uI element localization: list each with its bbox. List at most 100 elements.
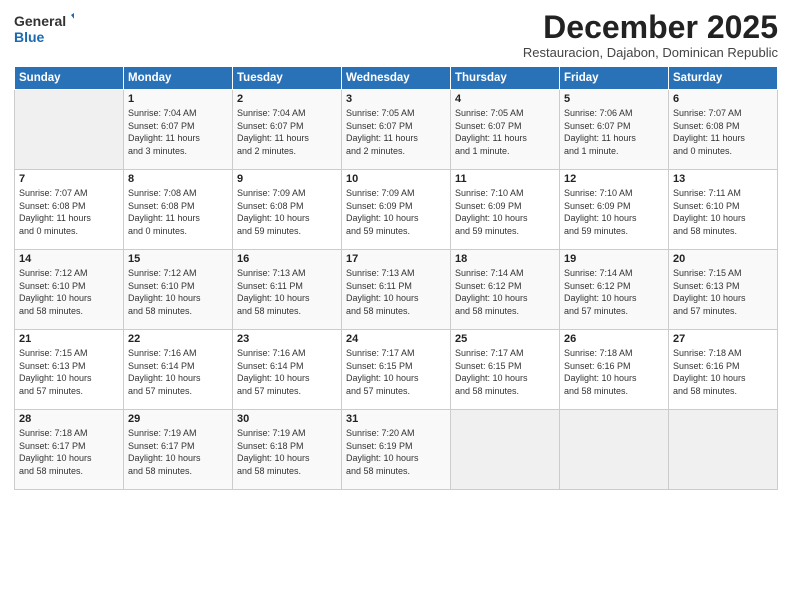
calendar-cell: 29 Sunrise: 7:19 AM Sunset: 6:17 PM Dayli… xyxy=(124,410,233,490)
day-number: 9 xyxy=(237,173,337,185)
calendar-cell: 21 Sunrise: 7:15 AM Sunset: 6:13 PM Dayli… xyxy=(15,330,124,410)
cell-content: Sunrise: 7:04 AM Sunset: 6:07 PM Dayligh… xyxy=(128,107,228,157)
day-number: 1 xyxy=(128,93,228,105)
day-number: 8 xyxy=(128,173,228,185)
cell-content: Sunrise: 7:14 AM Sunset: 6:12 PM Dayligh… xyxy=(564,267,664,317)
col-header-thursday: Thursday xyxy=(451,67,560,90)
week-row-1: 1 Sunrise: 7:04 AM Sunset: 6:07 PM Daylig… xyxy=(15,90,778,170)
calendar-cell: 19 Sunrise: 7:14 AM Sunset: 6:12 PM Dayli… xyxy=(560,250,669,330)
cell-content: Sunrise: 7:17 AM Sunset: 6:15 PM Dayligh… xyxy=(455,347,555,397)
calendar-cell: 18Sunrise: 7:14 AM Sunset: 6:12 PM Dayli… xyxy=(451,250,560,330)
cell-content: Sunrise: 7:16 AM Sunset: 6:14 PM Dayligh… xyxy=(128,347,228,397)
calendar-cell xyxy=(560,410,669,490)
cell-content: Sunrise: 7:13 AM Sunset: 6:11 PM Dayligh… xyxy=(237,267,337,317)
day-number: 26 xyxy=(564,333,664,345)
calendar-table: SundayMondayTuesdayWednesdayThursdayFrid… xyxy=(14,66,778,490)
cell-content: Sunrise: 7:12 AM Sunset: 6:10 PM Dayligh… xyxy=(128,267,228,317)
calendar-cell: 25 Sunrise: 7:17 AM Sunset: 6:15 PM Dayli… xyxy=(451,330,560,410)
calendar-cell: 26 Sunrise: 7:18 AM Sunset: 6:16 PM Dayli… xyxy=(560,330,669,410)
calendar-cell: 2 Sunrise: 7:04 AM Sunset: 6:07 PM Daylig… xyxy=(233,90,342,170)
week-row-4: 21 Sunrise: 7:15 AM Sunset: 6:13 PM Dayli… xyxy=(15,330,778,410)
calendar-cell xyxy=(15,90,124,170)
cell-content: Sunrise: 7:17 AM Sunset: 6:15 PM Dayligh… xyxy=(346,347,446,397)
day-number: 2 xyxy=(237,93,337,105)
month-title: December 2025 xyxy=(523,10,778,45)
week-row-3: 14 Sunrise: 7:12 AM Sunset: 6:10 PM Dayli… xyxy=(15,250,778,330)
cell-content: Sunrise: 7:05 AM Sunset: 6:07 PM Dayligh… xyxy=(455,107,555,157)
day-number: 16 xyxy=(237,253,337,265)
cell-content: Sunrise: 7:19 AM Sunset: 6:17 PM Dayligh… xyxy=(128,427,228,477)
calendar-cell: 12 Sunrise: 7:10 AM Sunset: 6:09 PM Dayli… xyxy=(560,170,669,250)
cell-content: Sunrise: 7:10 AM Sunset: 6:09 PM Dayligh… xyxy=(564,187,664,237)
calendar-cell: 22Sunrise: 7:16 AM Sunset: 6:14 PM Dayli… xyxy=(124,330,233,410)
page: General Blue December 2025 Restauracion,… xyxy=(0,0,792,612)
subtitle: Restauracion, Dajabon, Dominican Republi… xyxy=(523,45,778,60)
calendar-cell: 1 Sunrise: 7:04 AM Sunset: 6:07 PM Daylig… xyxy=(124,90,233,170)
calendar-cell xyxy=(451,410,560,490)
week-row-2: 7 Sunrise: 7:07 AM Sunset: 6:08 PM Daylig… xyxy=(15,170,778,250)
cell-content: Sunrise: 7:15 AM Sunset: 6:13 PM Dayligh… xyxy=(673,267,773,317)
calendar-cell: 28Sunrise: 7:18 AM Sunset: 6:17 PM Dayli… xyxy=(15,410,124,490)
day-number: 23 xyxy=(237,333,337,345)
logo-svg: General Blue xyxy=(14,10,74,48)
cell-content: Sunrise: 7:11 AM Sunset: 6:10 PM Dayligh… xyxy=(673,187,773,237)
svg-text:Blue: Blue xyxy=(14,29,45,45)
cell-content: Sunrise: 7:04 AM Sunset: 6:07 PM Dayligh… xyxy=(237,107,337,157)
cell-content: Sunrise: 7:05 AM Sunset: 6:07 PM Dayligh… xyxy=(346,107,446,157)
day-number: 25 xyxy=(455,333,555,345)
cell-content: Sunrise: 7:09 AM Sunset: 6:09 PM Dayligh… xyxy=(346,187,446,237)
calendar-cell: 27 Sunrise: 7:18 AM Sunset: 6:16 PM Dayli… xyxy=(669,330,778,410)
calendar-cell: 3Sunrise: 7:05 AM Sunset: 6:07 PM Daylig… xyxy=(342,90,451,170)
day-number: 13 xyxy=(673,173,773,185)
cell-content: Sunrise: 7:18 AM Sunset: 6:16 PM Dayligh… xyxy=(564,347,664,397)
calendar-cell: 30Sunrise: 7:19 AM Sunset: 6:18 PM Dayli… xyxy=(233,410,342,490)
title-block: December 2025 Restauracion, Dajabon, Dom… xyxy=(523,10,778,60)
day-number: 20 xyxy=(673,253,773,265)
cell-content: Sunrise: 7:15 AM Sunset: 6:13 PM Dayligh… xyxy=(19,347,119,397)
calendar-cell: 16 Sunrise: 7:13 AM Sunset: 6:11 PM Dayli… xyxy=(233,250,342,330)
cell-content: Sunrise: 7:16 AM Sunset: 6:14 PM Dayligh… xyxy=(237,347,337,397)
cell-content: Sunrise: 7:12 AM Sunset: 6:10 PM Dayligh… xyxy=(19,267,119,317)
day-number: 4 xyxy=(455,93,555,105)
calendar-cell: 23 Sunrise: 7:16 AM Sunset: 6:14 PM Dayli… xyxy=(233,330,342,410)
day-number: 17 xyxy=(346,253,446,265)
col-header-tuesday: Tuesday xyxy=(233,67,342,90)
day-number: 27 xyxy=(673,333,773,345)
day-number: 19 xyxy=(564,253,664,265)
header-row: SundayMondayTuesdayWednesdayThursdayFrid… xyxy=(15,67,778,90)
day-number: 7 xyxy=(19,173,119,185)
calendar-cell: 11Sunrise: 7:10 AM Sunset: 6:09 PM Dayli… xyxy=(451,170,560,250)
cell-content: Sunrise: 7:07 AM Sunset: 6:08 PM Dayligh… xyxy=(19,187,119,237)
calendar-cell: 14 Sunrise: 7:12 AM Sunset: 6:10 PM Dayli… xyxy=(15,250,124,330)
cell-content: Sunrise: 7:07 AM Sunset: 6:08 PM Dayligh… xyxy=(673,107,773,157)
cell-content: Sunrise: 7:18 AM Sunset: 6:17 PM Dayligh… xyxy=(19,427,119,477)
calendar-cell: 7 Sunrise: 7:07 AM Sunset: 6:08 PM Daylig… xyxy=(15,170,124,250)
header: General Blue December 2025 Restauracion,… xyxy=(14,10,778,60)
day-number: 14 xyxy=(19,253,119,265)
calendar-cell: 8Sunrise: 7:08 AM Sunset: 6:08 PM Daylig… xyxy=(124,170,233,250)
day-number: 24 xyxy=(346,333,446,345)
calendar-cell: 20 Sunrise: 7:15 AM Sunset: 6:13 PM Dayli… xyxy=(669,250,778,330)
cell-content: Sunrise: 7:10 AM Sunset: 6:09 PM Dayligh… xyxy=(455,187,555,237)
calendar-cell: 10Sunrise: 7:09 AM Sunset: 6:09 PM Dayli… xyxy=(342,170,451,250)
cell-content: Sunrise: 7:06 AM Sunset: 6:07 PM Dayligh… xyxy=(564,107,664,157)
col-header-sunday: Sunday xyxy=(15,67,124,90)
calendar-cell: 17 Sunrise: 7:13 AM Sunset: 6:11 PM Dayli… xyxy=(342,250,451,330)
cell-content: Sunrise: 7:09 AM Sunset: 6:08 PM Dayligh… xyxy=(237,187,337,237)
svg-text:General: General xyxy=(14,13,66,29)
cell-content: Sunrise: 7:18 AM Sunset: 6:16 PM Dayligh… xyxy=(673,347,773,397)
calendar-cell: 9 Sunrise: 7:09 AM Sunset: 6:08 PM Daylig… xyxy=(233,170,342,250)
day-number: 12 xyxy=(564,173,664,185)
calendar-cell: 6Sunrise: 7:07 AM Sunset: 6:08 PM Daylig… xyxy=(669,90,778,170)
calendar-cell: 31Sunrise: 7:20 AM Sunset: 6:19 PM Dayli… xyxy=(342,410,451,490)
cell-content: Sunrise: 7:13 AM Sunset: 6:11 PM Dayligh… xyxy=(346,267,446,317)
day-number: 29 xyxy=(128,413,228,425)
calendar-cell: 13 Sunrise: 7:11 AM Sunset: 6:10 PM Dayli… xyxy=(669,170,778,250)
calendar-cell xyxy=(669,410,778,490)
day-number: 21 xyxy=(19,333,119,345)
logo: General Blue xyxy=(14,10,74,48)
calendar-cell: 15Sunrise: 7:12 AM Sunset: 6:10 PM Dayli… xyxy=(124,250,233,330)
col-header-saturday: Saturday xyxy=(669,67,778,90)
cell-content: Sunrise: 7:14 AM Sunset: 6:12 PM Dayligh… xyxy=(455,267,555,317)
calendar-cell: 24 Sunrise: 7:17 AM Sunset: 6:15 PM Dayli… xyxy=(342,330,451,410)
